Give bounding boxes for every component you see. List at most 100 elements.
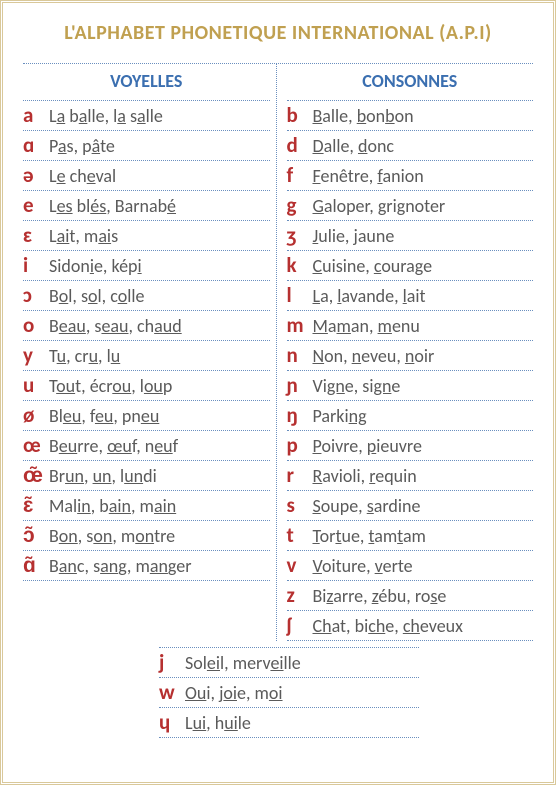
- phonetic-symbol: g: [287, 195, 313, 216]
- vowels-list: aLa balle, la salleɑPas, pâteəLe chevale…: [23, 101, 270, 581]
- table-row: ɑ̃Banc, sang, manger: [23, 551, 270, 581]
- example-text: Lait, mais: [49, 225, 118, 248]
- table-row: jSoleil, merveille: [159, 648, 419, 678]
- consonants-column: CONSONNES bBalle, bonbondDalle, doncfFen…: [277, 64, 534, 641]
- example-text: Oui, joie, moi: [185, 682, 283, 705]
- table-row: ɔ̃Bon, son, montre: [23, 521, 270, 551]
- table-row: lLa, lavande, lait: [287, 281, 534, 311]
- table-row: pPoivre, pieuvre: [287, 431, 534, 461]
- phonetic-symbol: ɔ: [23, 285, 49, 306]
- table-row: mMaman, menu: [287, 311, 534, 341]
- phonetic-symbol: j: [159, 652, 185, 673]
- example-text: Bleu, feu, pneu: [49, 405, 159, 428]
- phonetic-symbol: k: [287, 255, 313, 276]
- example-text: Beurre, œuf, neuf: [49, 435, 178, 458]
- phonetic-symbol: d: [287, 135, 313, 156]
- phonetic-symbol: y: [23, 345, 49, 366]
- phonetic-symbol: p: [287, 435, 313, 456]
- phonetic-symbol: u: [23, 375, 49, 396]
- example-text: Soleil, merveille: [185, 652, 301, 675]
- phonetic-symbol: w: [159, 682, 185, 703]
- example-text: Galoper, grignoter: [313, 195, 446, 218]
- table-row: nNon, neveu, noir: [287, 341, 534, 371]
- example-text: Voiture, verte: [313, 555, 413, 578]
- example-text: Dalle, donc: [313, 135, 395, 158]
- example-text: Chat, biche, cheveux: [313, 615, 463, 638]
- phonetic-symbol: l: [287, 285, 313, 306]
- phonetic-symbol: ɛ: [23, 225, 49, 246]
- example-text: Le cheval: [49, 165, 116, 188]
- example-text: Les blés, Barnabé: [49, 195, 176, 218]
- phonetic-symbol: v: [287, 555, 313, 576]
- vowels-header: VOYELLES: [23, 64, 270, 101]
- example-text: Julie, jaune: [313, 225, 395, 248]
- example-text: Tout, écrou, loup: [49, 375, 172, 398]
- table-row: œBeurre, œuf, neuf: [23, 431, 270, 461]
- table-row: ɑPas, pâte: [23, 131, 270, 161]
- consonants-list: bBalle, bonbondDalle, doncfFenêtre, fani…: [287, 101, 534, 641]
- example-text: Malin, bain, main: [49, 495, 176, 518]
- phonetic-symbol: o: [23, 315, 49, 336]
- example-text: Brun, un, lundi: [49, 465, 157, 488]
- table-row: iSidonie, képi: [23, 251, 270, 281]
- example-text: Balle, bonbon: [313, 105, 414, 128]
- example-text: Ravioli, requin: [313, 465, 417, 488]
- phonetic-symbol: ɔ̃: [23, 525, 49, 546]
- phonetic-symbol: ʃ: [287, 615, 313, 636]
- phonetic-symbol: ə: [23, 165, 49, 186]
- table-row: vVoiture, verte: [287, 551, 534, 581]
- example-text: Non, neveu, noir: [313, 345, 435, 368]
- example-text: Maman, menu: [313, 315, 420, 338]
- table-row: dDalle, donc: [287, 131, 534, 161]
- example-text: Cuisine, courage: [313, 255, 433, 278]
- phonetic-symbol: ɑ̃: [23, 555, 49, 576]
- table-row: əLe cheval: [23, 161, 270, 191]
- phonetic-symbol: a: [23, 105, 49, 126]
- phonetic-symbol: ʒ: [287, 225, 313, 246]
- example-text: Poivre, pieuvre: [313, 435, 422, 458]
- table-row: gGaloper, grignoter: [287, 191, 534, 221]
- example-text: Bizarre, zébu, rose: [313, 585, 447, 608]
- consonants-header: CONSONNES: [287, 64, 534, 101]
- example-text: La, lavande, lait: [313, 285, 426, 308]
- table-row: fFenêtre, fanion: [287, 161, 534, 191]
- example-text: Vigne, signe: [313, 375, 401, 398]
- vowels-column: VOYELLES aLa balle, la salleɑPas, pâteəL…: [23, 64, 277, 641]
- table-row: yTu, cru, lu: [23, 341, 270, 371]
- example-text: Lui, huile: [185, 712, 251, 735]
- page-title: L'ALPHABET PHONETIQUE INTERNATIONAL (A.P…: [23, 21, 533, 45]
- example-text: Sidonie, képi: [49, 255, 142, 278]
- table-row: œ̃Brun, un, lundi: [23, 461, 270, 491]
- table-row: aLa balle, la salle: [23, 101, 270, 131]
- phonetic-symbol: œ: [23, 435, 49, 456]
- phonetic-symbol: t: [287, 525, 313, 546]
- phonetic-symbol: ɲ: [287, 375, 313, 396]
- phonetic-symbol: ø: [23, 405, 49, 426]
- phonetic-symbol: e: [23, 195, 49, 216]
- table-row: eLes blés, Barnabé: [23, 191, 270, 221]
- table-row: ɲVigne, signe: [287, 371, 534, 401]
- columns: VOYELLES aLa balle, la salleɑPas, pâteəL…: [23, 63, 533, 641]
- table-row: tTortue, tamtam: [287, 521, 534, 551]
- phonetic-symbol: b: [287, 105, 313, 126]
- semivowels-list: jSoleil, merveillewOui, joie, moiɥLui, h…: [159, 647, 419, 738]
- table-row: ʃChat, biche, cheveux: [287, 611, 534, 641]
- phonetic-symbol: f: [287, 165, 313, 186]
- phonetic-symbol: ɥ: [159, 712, 185, 733]
- table-row: ʒJulie, jaune: [287, 221, 534, 251]
- example-text: Fenêtre, fanion: [313, 165, 424, 188]
- phonetic-symbol: ɑ: [23, 135, 49, 156]
- table-row: ŋParking: [287, 401, 534, 431]
- phonetic-symbol: m: [287, 315, 313, 336]
- table-row: sSoupe, sardine: [287, 491, 534, 521]
- table-row: oBeau, seau, chaud: [23, 311, 270, 341]
- example-text: Banc, sang, manger: [49, 555, 191, 578]
- phonetic-symbol: i: [23, 255, 49, 276]
- example-text: Bon, son, montre: [49, 525, 175, 548]
- example-text: Soupe, sardine: [313, 495, 421, 518]
- example-text: Pas, pâte: [49, 135, 115, 158]
- table-row: øBleu, feu, pneu: [23, 401, 270, 431]
- table-row: ɥLui, huile: [159, 708, 419, 738]
- table-row: bBalle, bonbon: [287, 101, 534, 131]
- table-row: ɛLait, mais: [23, 221, 270, 251]
